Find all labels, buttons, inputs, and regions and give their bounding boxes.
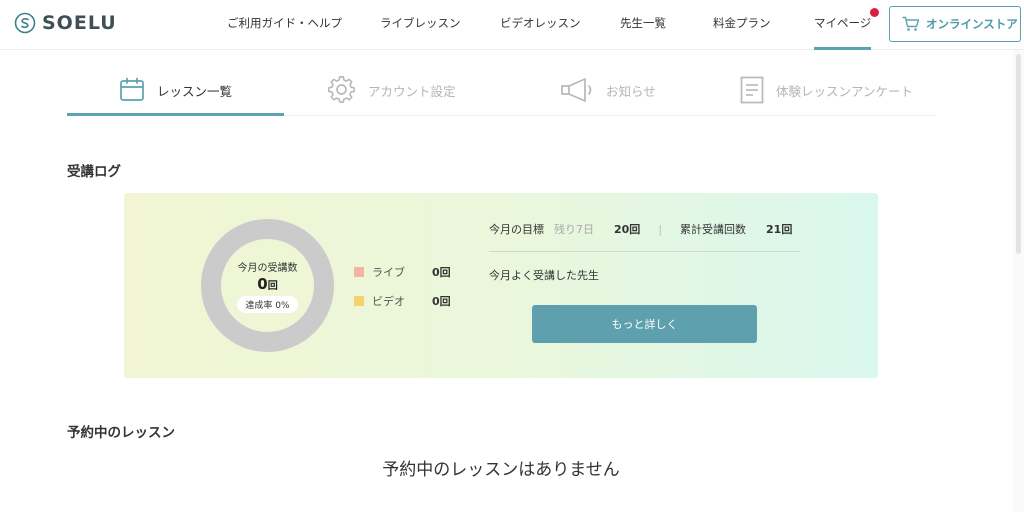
- monthly-count-value: 0回: [257, 275, 277, 293]
- achievement-rate-badge: 達成率 0%: [237, 295, 298, 313]
- total-lessons-label: 累計受講回数: [680, 223, 747, 236]
- days-left: 残り7日: [554, 223, 594, 236]
- nav-video-lessons[interactable]: ビデオレッスン: [500, 15, 581, 31]
- legend-video: ビデオ 0回: [354, 293, 451, 309]
- lesson-log-card: 今月の受講数 0回 達成率 0% ライブ 0回 ビデオ 0回 今月の目標 残り7…: [124, 193, 878, 378]
- nav-teachers[interactable]: 先生一覧: [620, 15, 666, 31]
- soelu-logo[interactable]: SOELU: [14, 11, 117, 35]
- more-details-button[interactable]: もっと詳しく: [532, 305, 757, 343]
- mypage-tabs: レッスン一覧 アカウント設定 お知らせ 体験レッスンアンケート: [67, 64, 936, 116]
- legend-video-label: ビデオ: [372, 295, 405, 308]
- calendar-icon: [119, 77, 145, 103]
- reserved-section-title: 予約中のレッスン: [67, 425, 175, 441]
- gear-icon: [328, 76, 356, 104]
- nav-pricing[interactable]: 料金プラン: [713, 15, 771, 31]
- tab-account-settings-label: アカウント設定: [368, 83, 456, 99]
- stats-divider: |: [658, 222, 663, 236]
- monthly-goal-label: 今月の目標: [489, 223, 544, 236]
- donut-center: 今月の受講数 0回 達成率 0%: [201, 219, 334, 352]
- online-store-label: オンラインストア: [926, 17, 1018, 31]
- tab-trial-survey[interactable]: 体験レッスンアンケート: [740, 64, 913, 116]
- stats-divider-line: [489, 251, 800, 252]
- cart-icon: [902, 16, 920, 31]
- monthly-count-number: 0: [257, 274, 268, 293]
- video-swatch: [354, 296, 364, 306]
- logo-mark-icon: [14, 12, 36, 34]
- tab-active-indicator: [67, 113, 284, 116]
- tab-lesson-list[interactable]: レッスン一覧: [119, 64, 232, 116]
- frequent-teacher-label: 今月よく受講した先生: [489, 269, 599, 282]
- nav-live-lessons[interactable]: ライブレッスン: [380, 15, 461, 31]
- tab-lesson-list-label: レッスン一覧: [157, 83, 233, 99]
- monthly-count-label: 今月の受講数: [237, 262, 298, 274]
- nav-guide-help[interactable]: ご利用ガイド・ヘルプ: [227, 15, 342, 31]
- nav-mypage[interactable]: マイページ: [814, 15, 871, 31]
- notification-dot: [870, 8, 879, 17]
- tab-account-settings[interactable]: アカウント設定: [328, 64, 456, 116]
- goal-stats-row: 今月の目標 残り7日 20回 | 累計受講回数 21回: [489, 221, 792, 237]
- legend-live-value: 0回: [432, 266, 451, 279]
- live-swatch: [354, 267, 364, 277]
- logo-text: SOELU: [42, 12, 117, 34]
- survey-icon: [740, 76, 764, 104]
- online-store-button[interactable]: オンラインストア: [889, 6, 1021, 42]
- site-header: SOELU ご利用ガイド・ヘルプ ライブレッスン ビデオレッスン 先生一覧 料金…: [0, 0, 1024, 50]
- megaphone-icon: [560, 77, 594, 103]
- legend-live-label: ライブ: [372, 266, 405, 279]
- monthly-count-unit: 回: [267, 280, 278, 292]
- log-section-title: 受講ログ: [67, 164, 121, 180]
- tab-notices[interactable]: お知らせ: [560, 64, 656, 116]
- no-reservations-message: 予約中のレッスンはありません: [382, 460, 620, 480]
- tab-trial-survey-label: 体験レッスンアンケート: [776, 83, 914, 99]
- page-scrollbar[interactable]: [1013, 50, 1024, 512]
- monthly-goal-value: 20回: [614, 223, 641, 236]
- total-lessons-value: 21回: [766, 223, 793, 236]
- scrollbar-thumb[interactable]: [1016, 54, 1021, 254]
- legend-live: ライブ 0回: [354, 264, 451, 280]
- legend-video-value: 0回: [432, 295, 451, 308]
- tab-notices-label: お知らせ: [606, 83, 656, 99]
- nav-active-indicator: [814, 47, 871, 50]
